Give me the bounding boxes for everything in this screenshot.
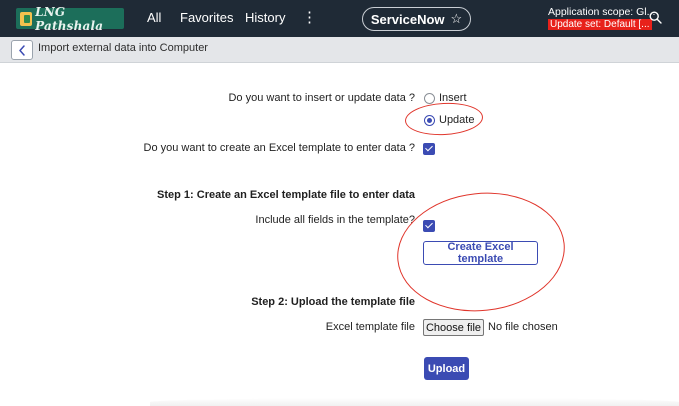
update-set-badge[interactable]: Update set: Default [... <box>548 19 652 30</box>
annotation-ellipse-template <box>391 184 571 320</box>
file-label: Excel template file <box>325 321 415 333</box>
application-scope[interactable]: Application scope: Gl... <box>548 6 655 18</box>
include-fields-label: Include all fields in the template? <box>255 214 415 226</box>
insert-update-question: Do you want to insert or update data ? <box>228 92 415 104</box>
nav-all[interactable]: All <box>147 10 161 25</box>
step-1-heading: Step 1: Create an Excel template file to… <box>157 189 415 201</box>
form-header: Import external data into Computer <box>0 37 679 63</box>
file-status: No file chosen <box>488 321 558 333</box>
nav-favorites[interactable]: Favorites <box>180 10 233 25</box>
template-question: Do you want to create an Excel template … <box>143 142 416 154</box>
step-2-heading: Step 2: Upload the template file <box>251 296 415 308</box>
logo-text: LNG Pathshala <box>35 4 104 33</box>
vertical-ellipsis-icon[interactable]: ⋮ <box>302 8 317 26</box>
book-logo-icon <box>20 11 33 26</box>
company-logo[interactable]: LNG Pathshala <box>16 5 124 33</box>
radio-insert[interactable] <box>424 93 435 104</box>
search-icon[interactable] <box>649 11 662 24</box>
upload-button[interactable]: Upload <box>424 357 469 380</box>
nav-history[interactable]: History <box>245 10 285 25</box>
chevron-left-icon <box>19 44 25 56</box>
create-template-checkbox[interactable] <box>423 143 435 155</box>
annotation-ellipse-update <box>404 100 484 138</box>
page-title: Import external data into Computer <box>38 42 208 54</box>
top-navigation-bar: LNG Pathshala All Favorites History ⋮ Se… <box>0 0 679 37</box>
servicenow-pill[interactable]: ServiceNow ☆ <box>362 7 471 31</box>
choose-file-button[interactable]: Choose file <box>423 319 484 336</box>
bottom-shadow <box>150 398 679 406</box>
star-outline-icon[interactable]: ☆ <box>451 11 463 27</box>
back-button[interactable] <box>11 40 33 60</box>
servicenow-label: ServiceNow <box>370 11 445 27</box>
